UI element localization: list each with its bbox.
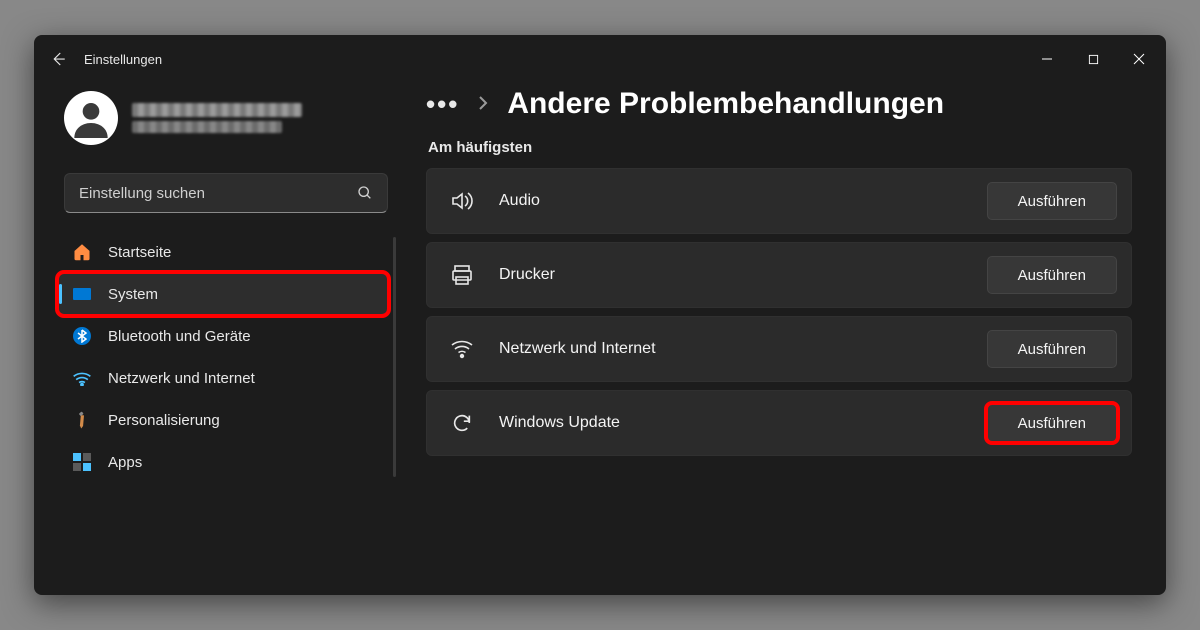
sidebar-item-label: Apps: [108, 454, 142, 471]
settings-window: Einstellungen: [34, 35, 1166, 595]
sidebar-item-label: System: [108, 286, 158, 303]
search-box[interactable]: [64, 173, 388, 213]
troubleshooter-label: Drucker: [499, 266, 555, 284]
brush-icon: [72, 410, 92, 430]
sidebar: Startseite System Bluetooth und Geräte: [34, 83, 404, 595]
person-icon: [71, 98, 111, 138]
maximize-icon: [1088, 54, 1099, 65]
search-icon: [357, 185, 373, 201]
sidebar-item-label: Netzwerk und Internet: [108, 370, 255, 387]
main-content: ••• Andere Problembehandlungen Am häufig…: [404, 83, 1166, 595]
app-title: Einstellungen: [84, 52, 162, 67]
arrow-left-icon: [49, 50, 67, 68]
close-icon: [1133, 53, 1145, 65]
sidebar-item-system[interactable]: System: [58, 273, 388, 315]
troubleshooter-netzwerk: Netzwerk und Internet Ausführen: [426, 316, 1132, 382]
sidebar-item-label: Startseite: [108, 244, 171, 261]
back-button[interactable]: [38, 39, 78, 79]
user-profile[interactable]: [58, 83, 394, 163]
profile-email-redacted: [132, 121, 282, 133]
troubleshooter-drucker: Drucker Ausführen: [426, 242, 1132, 308]
page-title: Andere Problembehandlungen: [507, 87, 944, 121]
printer-icon: [449, 264, 475, 286]
wifi-icon: [449, 339, 475, 359]
avatar: [64, 91, 118, 145]
window-controls: [1024, 41, 1162, 77]
breadcrumb-more-button[interactable]: •••: [426, 89, 459, 120]
apps-icon: [72, 452, 92, 472]
sidebar-item-bluetooth[interactable]: Bluetooth und Geräte: [58, 315, 388, 357]
troubleshooter-list: Audio Ausführen Drucker Ausführen: [426, 168, 1132, 456]
close-button[interactable]: [1116, 41, 1162, 77]
bluetooth-icon: [72, 326, 92, 346]
troubleshooter-label: Windows Update: [499, 414, 620, 432]
wifi-icon: [72, 368, 92, 388]
minimize-icon: [1041, 53, 1053, 65]
speaker-icon: [449, 190, 475, 212]
titlebar: Einstellungen: [34, 35, 1166, 83]
troubleshooter-label: Netzwerk und Internet: [499, 340, 656, 358]
sidebar-item-label: Personalisierung: [108, 412, 220, 429]
troubleshooter-windows-update: Windows Update Ausführen: [426, 390, 1132, 456]
sidebar-item-netzwerk[interactable]: Netzwerk und Internet: [58, 357, 388, 399]
sidebar-item-startseite[interactable]: Startseite: [58, 231, 388, 273]
nav-list: Startseite System Bluetooth und Geräte: [58, 231, 394, 483]
troubleshooter-label: Audio: [499, 192, 540, 210]
run-button-drucker[interactable]: Ausführen: [987, 256, 1117, 294]
profile-text: [132, 103, 302, 133]
sidebar-item-apps[interactable]: Apps: [58, 441, 388, 483]
system-icon: [72, 284, 92, 304]
breadcrumb: ••• Andere Problembehandlungen: [426, 87, 1132, 121]
nav-scrollbar[interactable]: [393, 237, 396, 477]
run-button-audio[interactable]: Ausführen: [987, 182, 1117, 220]
run-button-netzwerk[interactable]: Ausführen: [987, 330, 1117, 368]
minimize-button[interactable]: [1024, 41, 1070, 77]
update-icon: [449, 412, 475, 434]
sidebar-item-personalisierung[interactable]: Personalisierung: [58, 399, 388, 441]
chevron-right-icon: [477, 94, 489, 115]
run-button-windows-update[interactable]: Ausführen: [987, 404, 1117, 442]
home-icon: [72, 242, 92, 262]
search-input[interactable]: [79, 185, 357, 202]
section-label: Am häufigsten: [428, 139, 1132, 156]
troubleshooter-audio: Audio Ausführen: [426, 168, 1132, 234]
profile-name-redacted: [132, 103, 302, 117]
sidebar-item-label: Bluetooth und Geräte: [108, 328, 251, 345]
maximize-button[interactable]: [1070, 41, 1116, 77]
